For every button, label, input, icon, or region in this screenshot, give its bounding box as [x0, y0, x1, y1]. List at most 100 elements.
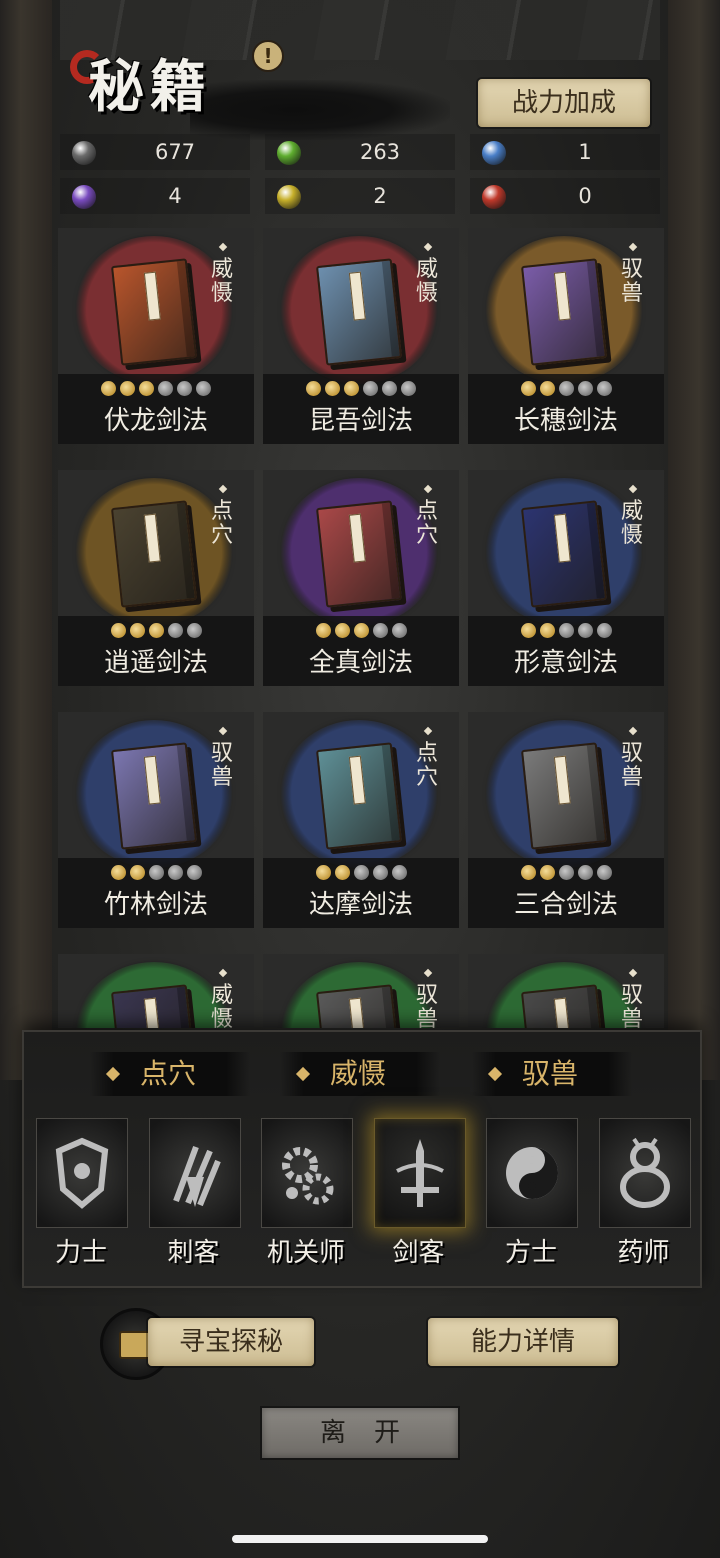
power-bonus-button[interactable]: 战力加成: [478, 79, 650, 127]
star-rating: [468, 862, 664, 882]
filter-tab[interactable]: 点穴: [90, 1052, 250, 1096]
filter-tab[interactable]: 威慑: [280, 1052, 440, 1096]
leave-button[interactable]: 离开: [262, 1408, 458, 1458]
gem-icon: [277, 185, 301, 209]
star-filled-icon: [520, 865, 536, 880]
book-card[interactable]: 威慑 昆吾剑法: [263, 228, 459, 444]
star-filled-icon: [129, 865, 145, 880]
star-empty-icon: [382, 381, 397, 396]
class-tab[interactable]: 剑客: [364, 1118, 468, 1278]
star-filled-icon: [334, 623, 350, 638]
book-type-label: 驭兽: [620, 257, 643, 306]
star-filled-icon: [353, 623, 369, 638]
class-icon-frame: [373, 1118, 466, 1228]
info-badge-icon[interactable]: !: [252, 40, 284, 72]
book-cover-icon: [520, 984, 608, 1028]
gourd-icon: [616, 1137, 674, 1209]
filter-tab[interactable]: 驭兽: [472, 1052, 632, 1096]
book-card[interactable]: 驭兽 长穗剑法: [468, 228, 664, 444]
star-filled-icon: [520, 381, 536, 396]
book-cover-icon: [110, 984, 198, 1028]
star-empty-icon: [558, 865, 574, 880]
treasure-hunt-button[interactable]: 寻宝探秘: [148, 1318, 314, 1366]
book-card[interactable]: 点穴 全真剑法: [263, 470, 459, 686]
star-filled-icon: [520, 623, 536, 638]
book-title-strip: [553, 513, 571, 563]
book-card[interactable]: 点穴 达摩剑法: [263, 712, 459, 928]
home-indicator[interactable]: [232, 1535, 488, 1543]
star-empty-icon: [363, 381, 378, 396]
class-tab[interactable]: 方士: [476, 1118, 580, 1278]
diamond-icon: [295, 1066, 311, 1082]
book-cover-icon: [110, 258, 198, 366]
book-name: 伏龙剑法: [103, 406, 208, 436]
book-cover-icon: [315, 984, 403, 1028]
gem-icon: [482, 185, 506, 209]
title-area: 秘籍 !: [70, 40, 450, 140]
book-card[interactable]: 点穴 逍遥剑法: [58, 470, 254, 686]
gears-icon: [278, 1137, 336, 1209]
class-tab[interactable]: 刺客: [139, 1118, 243, 1278]
page-title: 秘籍: [88, 54, 212, 120]
book-name: 昆吾剑法: [308, 406, 413, 436]
class-icon-frame: [486, 1118, 578, 1228]
star-empty-icon: [391, 623, 407, 638]
book-card[interactable]: 驭兽 三合剑法: [468, 712, 664, 928]
book-card[interactable]: 威慑 伏龙剑法: [58, 228, 254, 444]
book-title-strip: [348, 755, 366, 805]
wood-frame-right: [668, 0, 720, 1080]
star-empty-icon: [186, 865, 202, 880]
book-title-strip: [348, 271, 366, 321]
book-title-strip: [143, 997, 161, 1028]
star-empty-icon: [177, 381, 192, 396]
star-filled-icon: [539, 865, 555, 880]
gem-icon: [72, 141, 96, 165]
star-empty-icon: [158, 381, 173, 396]
star-filled-icon: [110, 623, 126, 638]
star-rating: [58, 862, 254, 882]
star-filled-icon: [120, 381, 135, 396]
resource-item: 677: [60, 134, 250, 170]
star-empty-icon: [372, 623, 388, 638]
gem-icon: [72, 185, 96, 209]
book-card[interactable]: 驭兽: [468, 954, 664, 1028]
book-type-label: 威慑: [210, 983, 233, 1029]
book-name: 全真剑法: [308, 648, 413, 678]
class-label: 力士: [54, 1238, 107, 1268]
book-cover-icon: [520, 258, 608, 366]
book-title-strip: [348, 513, 366, 563]
class-tab[interactable]: 药师: [589, 1118, 693, 1278]
star-empty-icon: [577, 381, 593, 396]
class-tab[interactable]: 力士: [26, 1118, 130, 1278]
book-cover-icon: [315, 500, 403, 608]
resource-value: 677: [154, 140, 196, 164]
star-rating: [263, 620, 459, 640]
book-cover-icon: [315, 258, 403, 366]
ability-details-button[interactable]: 能力详情: [428, 1318, 618, 1366]
star-filled-icon: [334, 865, 350, 880]
book-card[interactable]: 驭兽 竹林剑法: [58, 712, 254, 928]
star-filled-icon: [539, 623, 555, 638]
star-empty-icon: [196, 381, 211, 396]
star-empty-icon: [148, 865, 164, 880]
book-grid: 威慑 伏龙剑法 威慑 昆吾剑法 驭兽 长穗剑法 点穴 逍遥剑法 点穴 全真剑法 威慑 形意剑法 驭兽 竹林…: [58, 228, 664, 1028]
book-title-strip: [553, 755, 571, 805]
class-row: 力士 刺客 机关师 剑客 方士 药师: [24, 1118, 700, 1278]
book-name: 竹林剑法: [103, 890, 208, 920]
claw-icon: [166, 1137, 224, 1209]
star-empty-icon: [372, 865, 388, 880]
resource-item: 2: [265, 178, 455, 214]
book-card[interactable]: 威慑 形意剑法: [468, 470, 664, 686]
book-cover-icon: [110, 500, 198, 608]
sword-icon: [391, 1137, 449, 1209]
star-filled-icon: [325, 381, 340, 396]
book-title-strip: [348, 997, 366, 1028]
book-name: 达摩剑法: [308, 890, 413, 920]
resource-item: 4: [60, 178, 250, 214]
class-tab[interactable]: 机关师: [251, 1118, 355, 1278]
book-card[interactable]: 威慑: [58, 954, 254, 1028]
star-empty-icon: [186, 623, 202, 638]
gem-icon: [277, 141, 301, 165]
book-card[interactable]: 驭兽: [263, 954, 459, 1028]
resource-value: 1: [578, 140, 592, 164]
